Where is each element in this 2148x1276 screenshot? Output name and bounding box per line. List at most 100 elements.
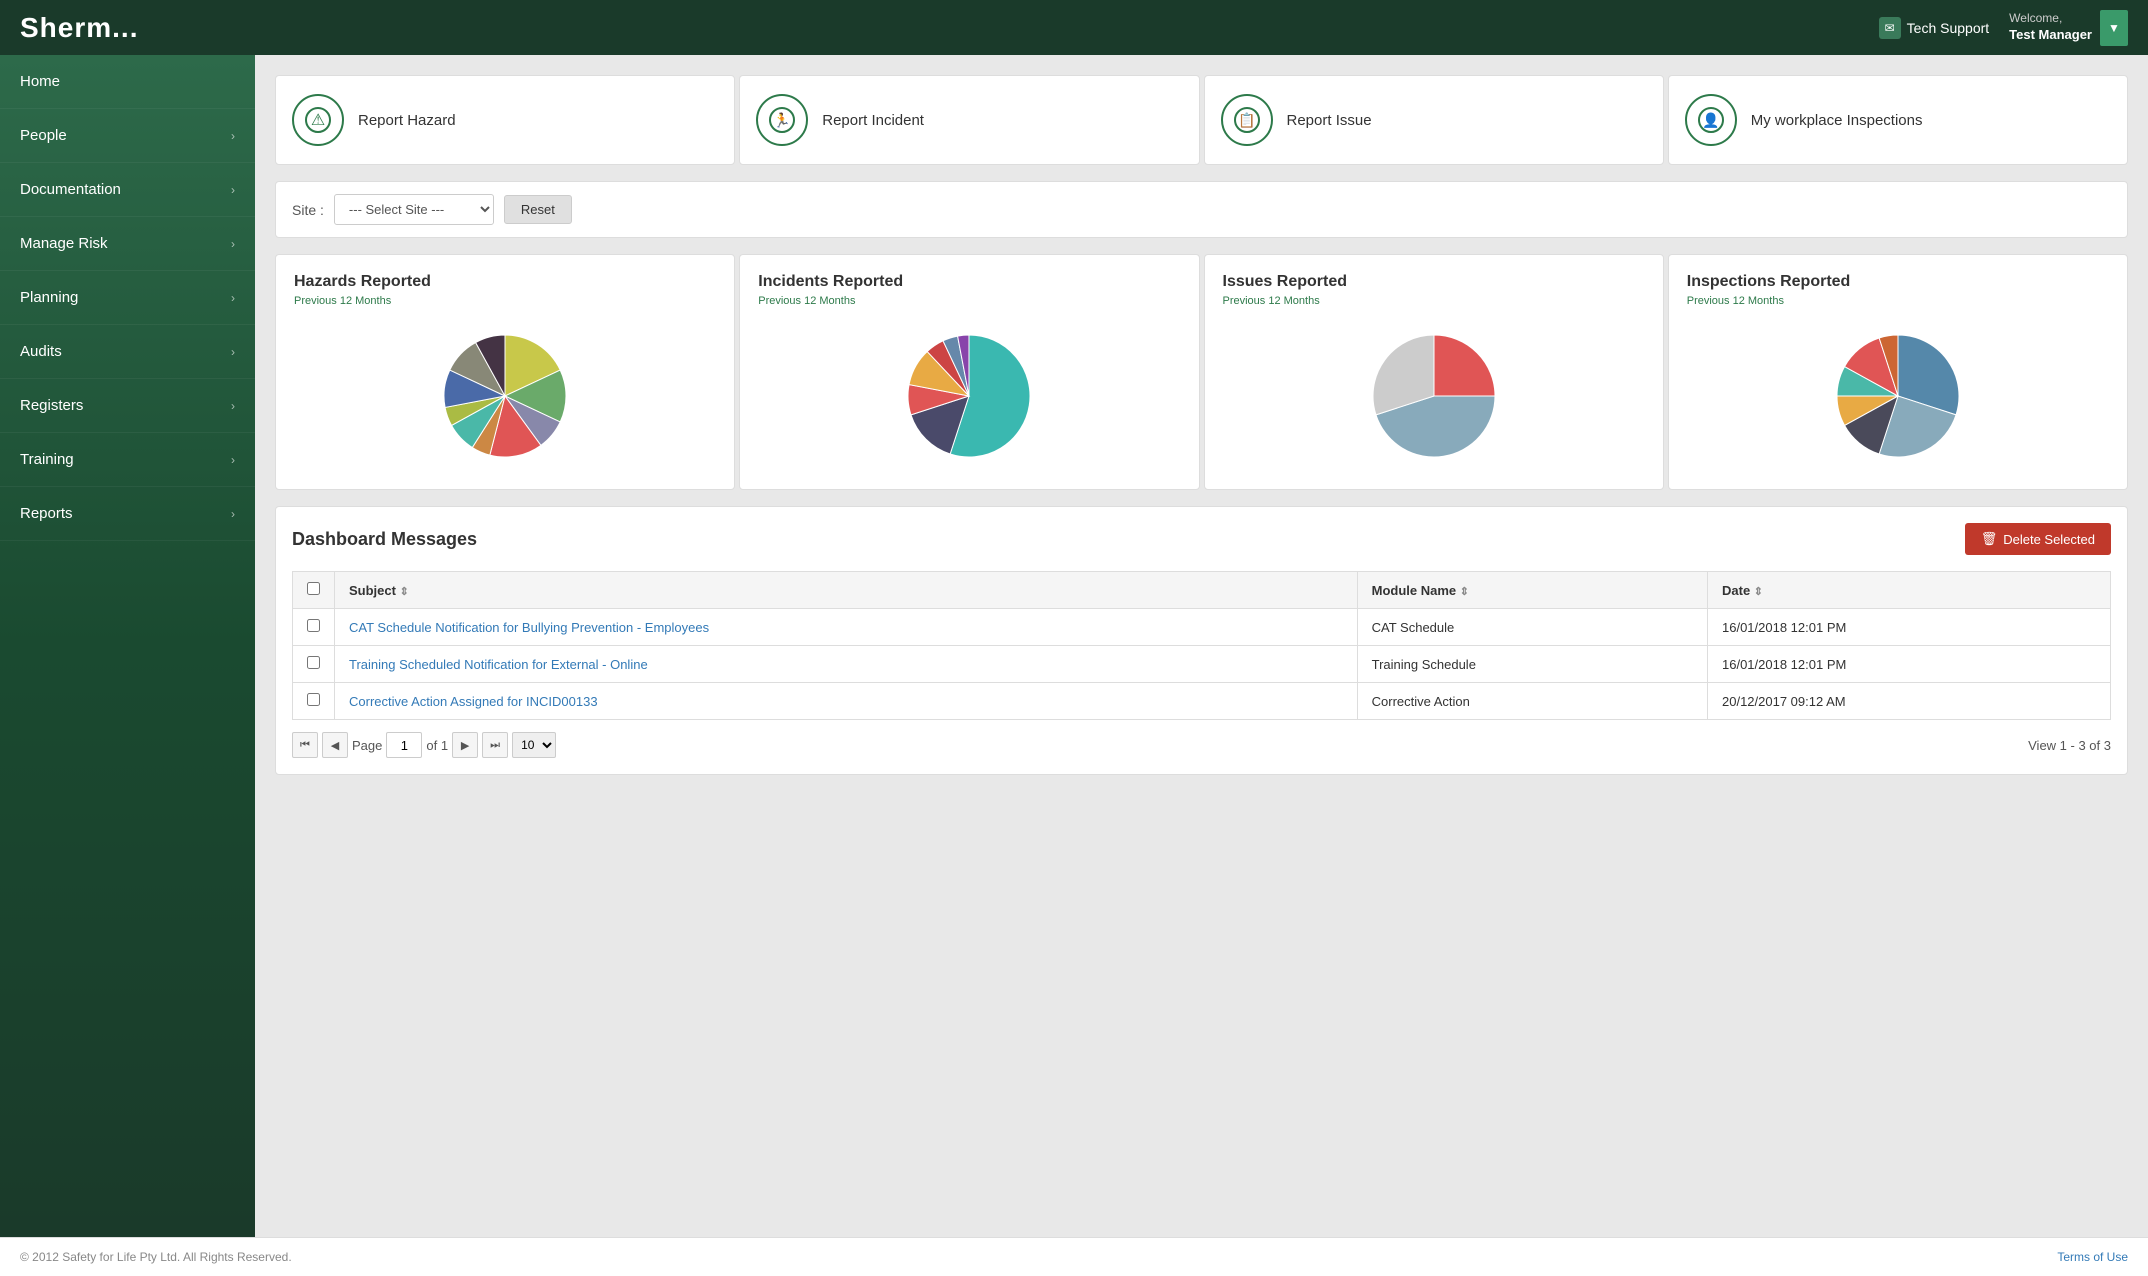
trash-icon: 🗑 [1981,531,1998,547]
sort-icon: ⇕ [400,586,409,598]
row-checkbox-0[interactable] [307,619,320,632]
table-row: CAT Schedule Notification for Bullying P… [293,609,2111,646]
subject-link-1[interactable]: Training Scheduled Notification for Exte… [349,657,648,672]
chevron-right-icon: › [231,507,235,521]
report-issue-icon: 📋 [1221,94,1273,146]
row-subject-0: CAT Schedule Notification for Bullying P… [335,609,1358,646]
svg-text:🏃: 🏃 [774,112,791,128]
sidebar-item-reports[interactable]: Reports › [0,487,255,541]
footer: © 2012 Safety for Life Pty Ltd. All Righ… [0,1237,2148,1276]
chart-title-3: Inspections Reported [1687,273,2109,291]
subject-link-0[interactable]: CAT Schedule Notification for Bullying P… [349,620,709,635]
row-checkbox-2[interactable] [307,693,320,706]
charts-section: Hazards Reported Previous 12 Months Inci… [275,254,2128,490]
chart-card-2: Issues Reported Previous 12 Months [1204,254,1664,490]
sidebar-item-label: People [20,127,67,144]
subject-link-2[interactable]: Corrective Action Assigned for INCID0013… [349,694,598,709]
sidebar-item-label: Registers [20,397,83,414]
user-dropdown-button[interactable]: ▼ [2100,10,2128,46]
module-name-header[interactable]: Module Name ⇕ [1357,572,1707,609]
chevron-right-icon: › [231,129,235,143]
sidebar-item-people[interactable]: People › [0,109,255,163]
view-info: View 1 - 3 of 3 [2028,738,2111,753]
my-workplace-label: My workplace Inspections [1751,112,1923,129]
svg-text:📋: 📋 [1238,112,1255,129]
of-label: of 1 [426,738,448,753]
sidebar: Home People › Documentation › Manage Ris… [0,55,255,1237]
sidebar-item-planning[interactable]: Planning › [0,271,255,325]
chart-card-3: Inspections Reported Previous 12 Months [1668,254,2128,490]
sidebar-item-training[interactable]: Training › [0,433,255,487]
row-checkbox-col [293,683,335,720]
chart-title-2: Issues Reported [1223,273,1645,291]
delete-selected-button[interactable]: 🗑 Delete Selected [1965,523,2111,555]
report-hazard-card[interactable]: ⚠ Report Hazard [275,75,735,165]
report-incident-card[interactable]: 🏃 Report Incident [739,75,1199,165]
main-layout: Home People › Documentation › Manage Ris… [0,55,2148,1237]
sidebar-item-documentation[interactable]: Documentation › [0,163,255,217]
chart-subtitle-1: Previous 12 Months [758,295,1180,307]
site-label: Site : [292,202,324,218]
chart-title-0: Hazards Reported [294,273,716,291]
report-issue-card[interactable]: 📋 Report Issue [1204,75,1664,165]
my-workplace-card[interactable]: 👤 My workplace Inspections [1668,75,2128,165]
chart-container-3 [1687,321,2109,471]
messages-table: Subject ⇕ Module Name ⇕ Date ⇕ CAT Sched… [292,571,2111,720]
content-area: ⚠ Report Hazard 🏃 Report Incident [255,55,2148,1237]
row-checkbox-col [293,609,335,646]
chevron-right-icon: › [231,345,235,359]
site-select[interactable]: --- Select Site --- [334,194,494,225]
reset-button[interactable]: Reset [504,195,572,224]
sidebar-item-label: Training [20,451,74,468]
sidebar-item-label: Reports [20,505,73,522]
row-module-2: Corrective Action [1357,683,1707,720]
row-module-0: CAT Schedule [1357,609,1707,646]
terms-link[interactable]: Terms of Use [2057,1250,2128,1264]
chart-title-1: Incidents Reported [758,273,1180,291]
last-page-button[interactable]: ⏭ [482,732,508,758]
envelope-icon: ✉ [1879,17,1901,39]
quick-actions: ⚠ Report Hazard 🏃 Report Incident [275,75,2128,165]
chevron-right-icon: › [231,237,235,251]
prev-page-button[interactable]: ◀ [322,732,348,758]
copyright-text: © 2012 Safety for Life Pty Ltd. All Righ… [20,1250,292,1264]
subject-header[interactable]: Subject ⇕ [335,572,1358,609]
row-date-0: 16/01/2018 12:01 PM [1708,609,2111,646]
welcome-text: Welcome, Test Manager [2009,11,2092,43]
svg-text:⚠: ⚠ [311,112,325,129]
sidebar-item-manage-risk[interactable]: Manage Risk › [0,217,255,271]
table-row: Training Scheduled Notification for Exte… [293,646,2111,683]
chevron-right-icon: › [231,183,235,197]
chart-container-0 [294,321,716,471]
topbar-right: ✉ Tech Support Welcome, Test Manager ▼ [1879,10,2128,46]
next-page-button[interactable]: ▶ [452,732,478,758]
chart-container-1 [758,321,1180,471]
sidebar-item-home[interactable]: Home [0,55,255,109]
sidebar-item-registers[interactable]: Registers › [0,379,255,433]
report-incident-label: Report Incident [822,112,924,129]
row-subject-2: Corrective Action Assigned for INCID0013… [335,683,1358,720]
tech-support-label: Tech Support [1907,20,1990,36]
chevron-right-icon: › [231,399,235,413]
sidebar-item-label: Planning [20,289,78,306]
date-header[interactable]: Date ⇕ [1708,572,2111,609]
select-all-col [293,572,335,609]
report-issue-label: Report Issue [1287,112,1372,129]
pagination-left: ⏮ ◀ Page of 1 ▶ ⏭ 10 25 50 [292,732,556,758]
logo: Sherm... [20,12,138,44]
sidebar-item-label: Documentation [20,181,121,198]
row-date-2: 20/12/2017 09:12 AM [1708,683,2111,720]
row-module-1: Training Schedule [1357,646,1707,683]
chart-subtitle-2: Previous 12 Months [1223,295,1645,307]
filter-bar: Site : --- Select Site --- Reset [275,181,2128,238]
svg-text:👤: 👤 [1702,112,1719,129]
chevron-right-icon: › [231,453,235,467]
row-checkbox-1[interactable] [307,656,320,669]
select-all-checkbox[interactable] [307,582,320,595]
tech-support[interactable]: ✉ Tech Support [1879,17,1990,39]
page-input[interactable] [386,732,422,758]
sidebar-item-audits[interactable]: Audits › [0,325,255,379]
chart-subtitle-0: Previous 12 Months [294,295,716,307]
first-page-button[interactable]: ⏮ [292,732,318,758]
per-page-select[interactable]: 10 25 50 [512,732,556,758]
